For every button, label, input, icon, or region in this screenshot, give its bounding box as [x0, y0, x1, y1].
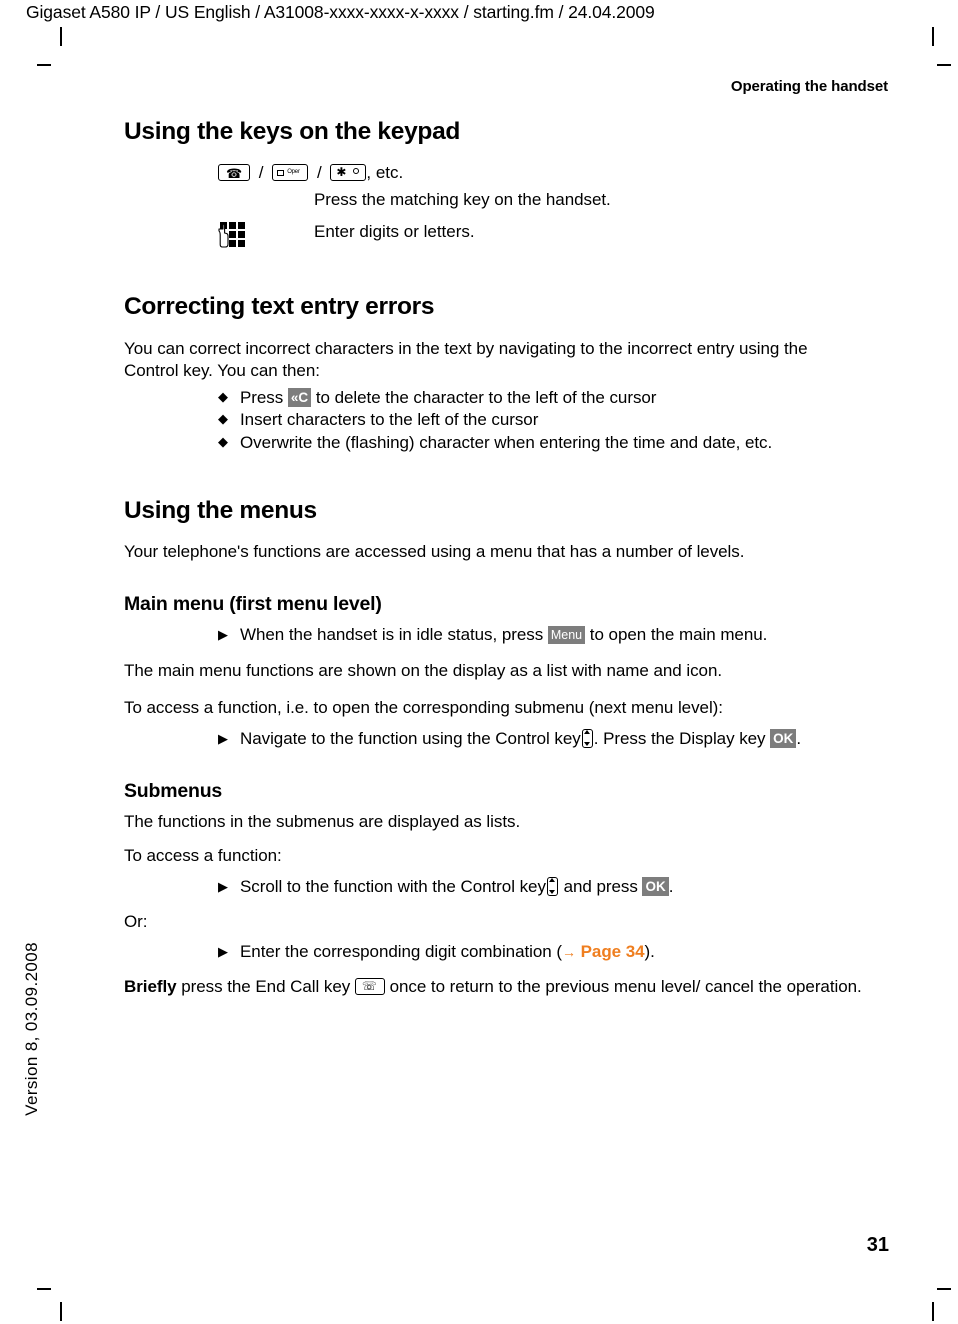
keydef-row-enter-digits: Enter digits or letters. [218, 221, 864, 251]
keydef-row-press-key: ☎ / Oper / ✱, etc. [218, 162, 864, 185]
arrow-triangle-icon: ▶ [218, 730, 228, 746]
message-key-label: Oper [287, 169, 300, 176]
crop-mark-bottom-left-horizontal [37, 1288, 51, 1290]
bullet-diamond-icon: ◆ [218, 411, 228, 427]
step-text-after: . [668, 876, 674, 896]
heading-submenus: Submenus [124, 780, 223, 803]
step-text-before: Enter the corresponding digit combinatio… [240, 942, 562, 962]
delete-key-badge[interactable]: «C [287, 388, 312, 408]
step-text-before: When the handset is in idle status, pres… [240, 624, 548, 644]
step-text: Enter the corresponding digit combinatio… [240, 941, 864, 964]
crop-mark-bottom-right-horizontal [937, 1288, 951, 1290]
step-enter-digit-combination: ▶ Enter the corresponding digit combinat… [218, 941, 864, 964]
crop-mark-top-right-vertical [932, 27, 934, 46]
cross-reference-arrow-icon: → [561, 944, 576, 961]
main-menu-paragraph-1: The main menu functions are shown on the… [124, 661, 723, 681]
step-text-mid: . Press the Display key [593, 728, 771, 748]
menus-intro-text: Your telephone's functions are accessed … [124, 541, 745, 561]
correcting-intro-text: You can correct incorrect characters in … [124, 338, 808, 381]
bullet-text: Overwrite the (flashing) character when … [240, 433, 773, 452]
key-row-trailing: , etc. [366, 163, 404, 183]
step-text: Navigate to the function using the Contr… [240, 728, 864, 751]
control-key-icon [546, 876, 558, 896]
bullet-text-after: to delete the character to the left of t… [311, 387, 657, 407]
bullet-text-before: Press [240, 387, 288, 407]
crop-mark-bottom-left-vertical [60, 1302, 62, 1321]
bullet-item-insert-characters: ◆ Insert characters to the left of the c… [218, 409, 864, 432]
page-number: 31 [866, 1234, 889, 1256]
running-head: Operating the handset [730, 78, 888, 95]
closing-text-before: press the End Call key [176, 976, 355, 996]
submenus-paragraph-2: To access a function: [124, 846, 282, 866]
closing-text-after: once to return to the previous menu leve… [384, 976, 862, 996]
step-navigate-to-function: ▶ Navigate to the function using the Con… [218, 728, 864, 751]
version-sidenote: Version 8, 03.09.2008 [22, 942, 41, 1116]
bullet-item-overwrite-character: ◆ Overwrite the (flashing) character whe… [218, 432, 864, 455]
step-text-before: Scroll to the function with the Control … [240, 876, 546, 896]
keypad-digits-icon [218, 221, 248, 251]
crop-mark-bottom-right-vertical [932, 1302, 934, 1321]
menu-key-badge[interactable]: Menu [547, 625, 586, 645]
heading-correcting-text-entry-errors: Correcting text entry errors [124, 293, 435, 321]
crop-mark-top-left-horizontal [37, 64, 51, 66]
heading-using-the-menus: Using the menus [124, 496, 317, 524]
arrow-triangle-icon: ▶ [218, 878, 228, 894]
briefly-bold-word: Briefly [124, 976, 177, 996]
briefly-end-call-paragraph: Briefly press the End Call key ☏ once to… [124, 976, 864, 999]
control-key-icon [581, 728, 593, 748]
document-page: { "header": { "file_line": "Gigaset A580… [0, 0, 958, 1324]
bullet-item-delete-character: ◆ Press «C to delete the character to th… [218, 387, 864, 410]
page-content: Using the keys on the keypad ☎ / Oper / … [124, 118, 864, 998]
press-matching-key-text: Press the matching key on the handset. [314, 189, 611, 209]
enter-digits-text: Enter digits or letters. [314, 222, 475, 242]
step-scroll-to-function: ▶ Scroll to the function with the Contro… [218, 876, 864, 899]
message-key-icon: Oper [272, 164, 309, 182]
step-text-before: Navigate to the function using the Contr… [240, 728, 581, 748]
bullet-diamond-icon: ◆ [218, 388, 228, 404]
step-text: Scroll to the function with the Control … [240, 876, 864, 899]
key-glyph-group: ☎ / Oper / ✱, etc. [218, 162, 408, 185]
key-separator-2: / [316, 163, 322, 183]
step-text-after: to open the main menu. [585, 624, 768, 644]
page-reference-link[interactable]: Page 34 [581, 942, 645, 961]
heading-using-the-keys: Using the keys on the keypad [124, 118, 461, 145]
step-text: When the handset is in idle status, pres… [240, 624, 864, 647]
step-text-after: ). [644, 942, 655, 962]
document-file-header: Gigaset A580 IP / US English / A31008-xx… [26, 2, 655, 22]
step-text-after: . [796, 728, 802, 748]
crop-mark-top-left-vertical [60, 27, 62, 46]
bullet-diamond-icon: ◆ [218, 434, 228, 449]
star-key-icon: ✱ [330, 164, 367, 182]
bullet-text: Insert characters to the left of the cur… [240, 410, 539, 430]
key-separator-1: / [258, 163, 264, 183]
ok-key-badge[interactable]: OK [642, 877, 669, 897]
step-text-mid: and press [558, 876, 643, 896]
bullet-text: Press «C to delete the character to the … [240, 387, 864, 410]
or-label: Or: [124, 911, 148, 931]
main-menu-paragraph-2: To access a function, i.e. to open the c… [124, 698, 723, 718]
heading-main-menu: Main menu (first menu level) [124, 593, 382, 616]
step-open-main-menu: ▶ When the handset is in idle status, pr… [218, 624, 864, 647]
keypad-icon-cell [218, 221, 314, 251]
arrow-triangle-icon: ▶ [218, 626, 228, 642]
ok-key-badge[interactable]: OK [770, 729, 797, 749]
submenus-paragraph-1: The functions in the submenus are displa… [124, 811, 521, 831]
talk-key-icon: ☎ [218, 164, 250, 182]
end-call-key-icon: ☏ [354, 977, 385, 995]
arrow-triangle-icon: ▶ [218, 944, 228, 960]
crop-mark-top-right-horizontal [937, 64, 951, 66]
